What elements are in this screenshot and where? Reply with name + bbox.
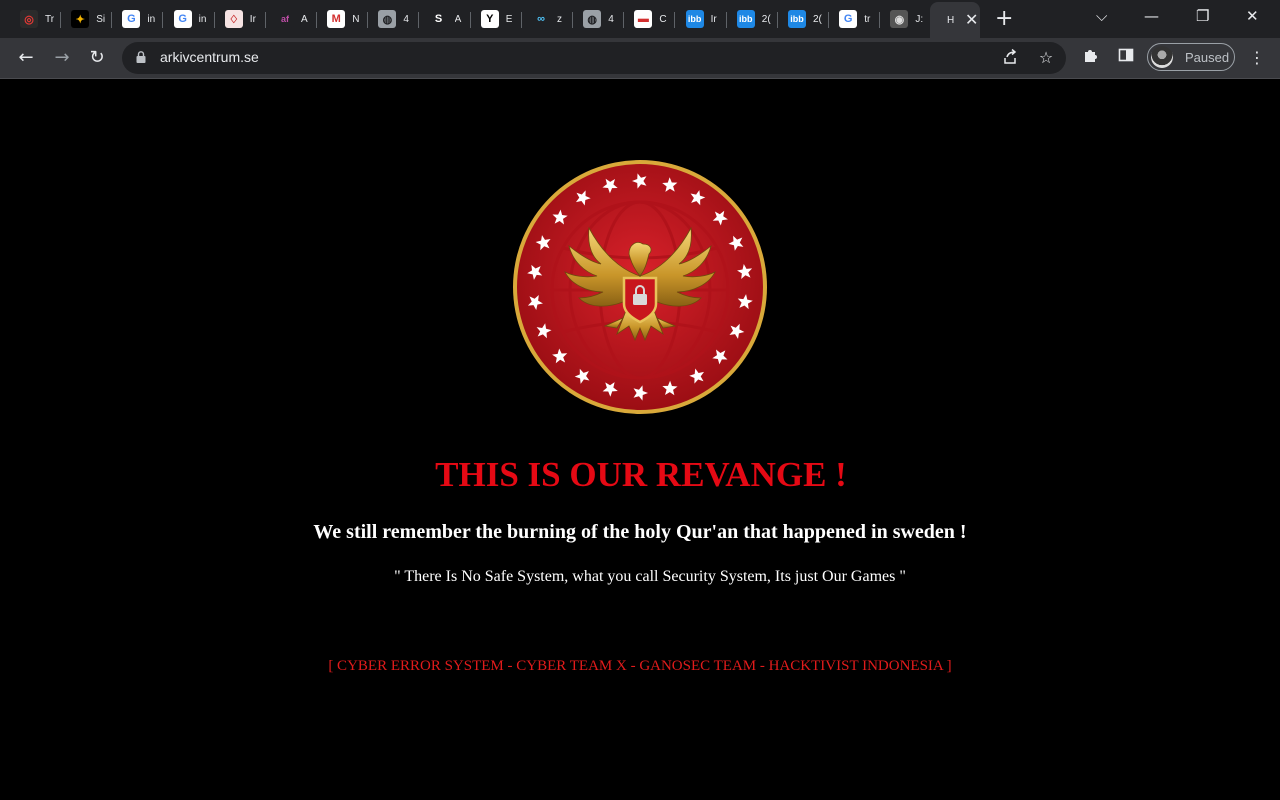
tab[interactable]: ◎ Tr (10, 6, 61, 32)
tab-title: E (505, 13, 513, 25)
tab-title: A (454, 13, 462, 25)
tab[interactable]: Gin (164, 6, 215, 32)
bookmark-star-icon[interactable]: ☆ (1036, 48, 1056, 68)
google-icon: G (839, 10, 858, 28)
tab[interactable]: ▬ C (624, 6, 676, 32)
tab-title: in (198, 13, 207, 25)
tab-title: H (947, 14, 955, 26)
address-bar[interactable]: arkivcentrum.se ☆ (122, 42, 1066, 74)
y-logo-icon: Y (480, 10, 499, 28)
new-tab-button[interactable]: + (995, 8, 1013, 30)
m-logo-icon: M (327, 10, 346, 28)
tab[interactable]: ibb Ir (676, 6, 727, 32)
avatar-icon: ◉ (890, 10, 909, 28)
reload-button[interactable]: ↻ (85, 46, 109, 70)
headline: THIS IS OUR REVANGE ! (435, 455, 847, 494)
url-text[interactable]: arkivcentrum.se (160, 49, 259, 65)
avatar (1151, 46, 1173, 68)
tab-title: C (659, 13, 667, 25)
tab-title: Si (96, 13, 106, 25)
close-window-button[interactable]: ✕ (1246, 6, 1259, 26)
team-credits: [ CYBER ERROR SYSTEM - CYBER TEAM X - GA… (328, 658, 952, 674)
tab-title: Tr (45, 13, 55, 25)
ibb-logo-icon: ibb (736, 10, 755, 28)
tab-title: 2( (813, 13, 822, 25)
tab-strip: ◎ Tr ✦ Si Gin Gin ♢ Ir af A M N ◍ 4 S A Y E ∞ z ◍ 4 ▬ Cibb Ir ibb… (0, 0, 1280, 38)
tab[interactable]: ✦ Si (61, 6, 113, 32)
tab[interactable]: ♢ Ir (215, 6, 266, 32)
tab-title: z (557, 13, 562, 25)
tab-title: in (147, 13, 156, 25)
af-logo-icon: af (276, 10, 294, 28)
tab[interactable]: ◍ 4 (573, 6, 625, 32)
tab[interactable]: ◍ 4 (368, 6, 420, 32)
tab[interactable]: ◉ J: (880, 6, 932, 32)
globe-icon: ◍ (378, 10, 397, 28)
restore-button[interactable]: ❐ (1196, 6, 1209, 26)
google-icon: G (173, 10, 192, 28)
tab[interactable]: ibb 2( (778, 6, 829, 32)
tab-title: J: (915, 13, 924, 25)
quote-text: " There Is No Safe System, what you call… (394, 568, 906, 585)
back-button[interactable]: ← (14, 46, 38, 70)
link-icon: ∞ (532, 10, 550, 28)
lock-icon[interactable] (136, 51, 146, 63)
flag-icon: ▬ (634, 10, 653, 28)
ibb-logo-icon: ibb (685, 10, 704, 28)
tab[interactable]: Gin (112, 6, 164, 32)
tab-title: 2( (761, 13, 771, 25)
share-icon[interactable] (1000, 48, 1020, 68)
tab-search-icon[interactable]: ⌵ (1096, 6, 1107, 26)
tab-title: Ir (249, 13, 256, 25)
tab[interactable]: ∞ z (522, 6, 573, 32)
tab[interactable]: MN (317, 6, 369, 32)
tab[interactable]: YE (471, 6, 522, 32)
eagle-emblem (513, 160, 767, 414)
globe-icon: ◍ (583, 10, 602, 28)
profile-status: Paused (1185, 49, 1230, 65)
tab-title: N (352, 13, 360, 25)
s-logo-icon: S (429, 10, 448, 28)
tab[interactable]: Gtr (829, 6, 881, 32)
tab-title: A (301, 13, 308, 25)
forward-button[interactable]: → (50, 46, 74, 70)
close-tab-icon[interactable]: ✕ (965, 12, 978, 28)
tab[interactable]: SA (420, 6, 471, 32)
tab-title: tr (864, 13, 871, 25)
sparkle-icon: ✦ (71, 10, 90, 28)
minimize-button[interactable]: — (1144, 6, 1159, 26)
page-content: THIS IS OUR REVANGE ! We still remember … (0, 79, 1280, 800)
google-icon: G (122, 10, 141, 28)
tab-title: 4 (608, 13, 614, 25)
tab-title: Ir (710, 13, 717, 25)
subheadline: We still remember the burning of the hol… (313, 521, 967, 543)
more-menu-icon[interactable]: ⋮ (1245, 46, 1269, 70)
browser-toolbar: ← → ↻ arkivcentrum.se ☆ Paused ⋮ (0, 38, 1280, 78)
extensions-icon[interactable] (1079, 46, 1103, 70)
target-icon: ◎ (20, 10, 38, 28)
tab[interactable]: af A (266, 6, 317, 32)
tab-title: 4 (403, 13, 409, 25)
side-panel-icon[interactable] (1114, 46, 1138, 70)
tab-active[interactable]: H ✕ (930, 2, 980, 38)
tab[interactable]: ibb 2( (727, 6, 778, 32)
profile-button[interactable]: Paused (1147, 43, 1235, 71)
ibb-logo-icon: ibb (788, 10, 806, 28)
badge-icon: ♢ (224, 10, 243, 28)
